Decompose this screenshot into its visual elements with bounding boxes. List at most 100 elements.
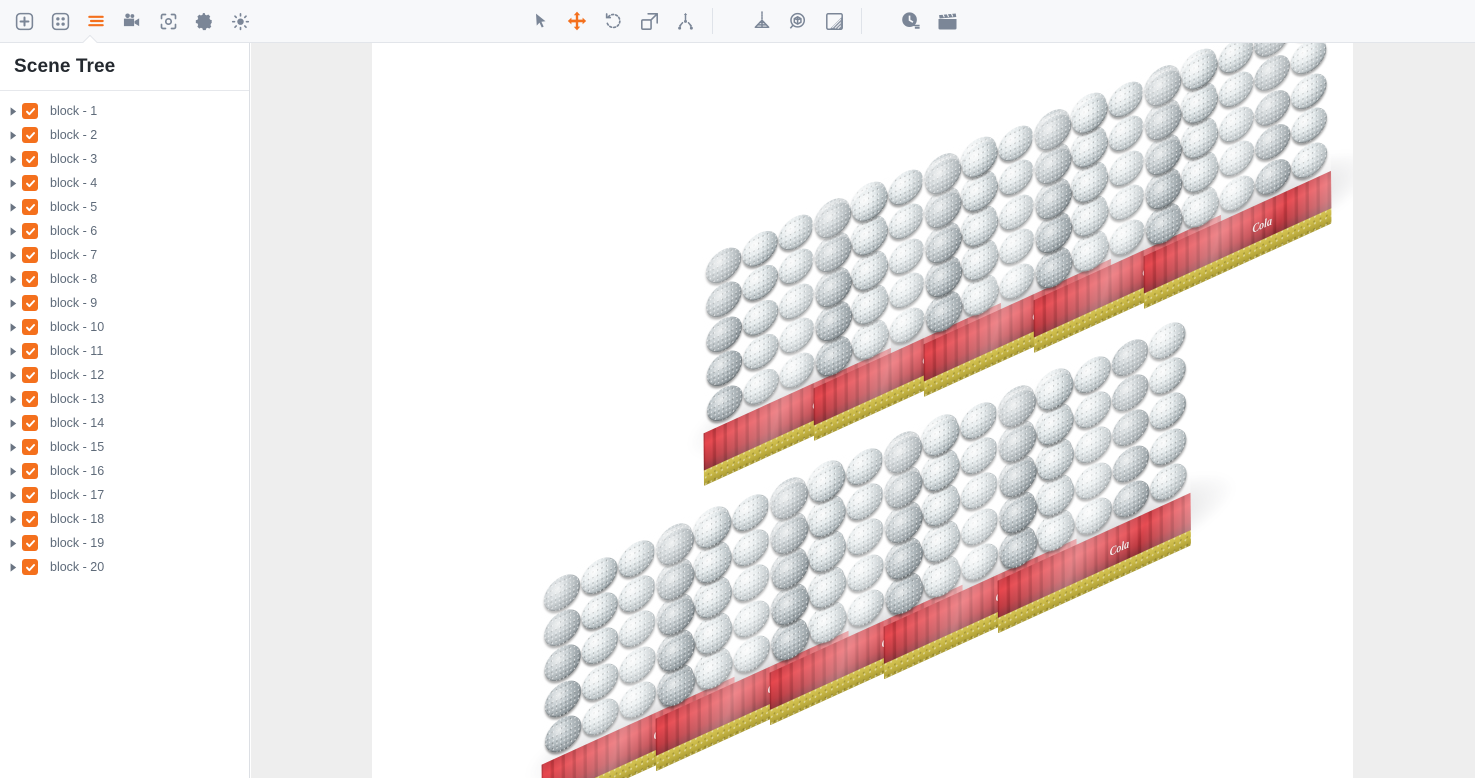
visibility-checkbox[interactable] — [22, 487, 38, 503]
chevron-right-icon[interactable] — [7, 562, 20, 572]
chevron-right-icon[interactable] — [7, 538, 20, 548]
chevron-right-icon[interactable] — [7, 250, 20, 260]
visibility-checkbox[interactable] — [22, 103, 38, 119]
visibility-checkbox[interactable] — [22, 439, 38, 455]
tree-row[interactable]: block - 11 — [0, 339, 249, 363]
tree-item-label: block - 10 — [50, 320, 105, 334]
tree-row[interactable]: block - 3 — [0, 147, 249, 171]
tree-row[interactable]: block - 12 — [0, 363, 249, 387]
visibility-checkbox[interactable] — [22, 391, 38, 407]
chevron-right-icon[interactable] — [7, 202, 20, 212]
visibility-checkbox[interactable] — [22, 511, 38, 527]
inspect-3d-icon[interactable] — [780, 3, 816, 39]
tree-row[interactable]: block - 20 — [0, 555, 249, 579]
tree-row[interactable]: block - 4 — [0, 171, 249, 195]
video-camera-icon[interactable] — [114, 3, 150, 39]
visibility-checkbox[interactable] — [22, 295, 38, 311]
tree-item-label: block - 9 — [50, 296, 98, 310]
chevron-right-icon[interactable] — [7, 298, 20, 308]
tree-row[interactable]: block - 2 — [0, 123, 249, 147]
visibility-checkbox[interactable] — [22, 535, 38, 551]
scale-icon[interactable] — [631, 3, 667, 39]
tree-row[interactable]: block - 6 — [0, 219, 249, 243]
chevron-right-icon[interactable] — [7, 274, 20, 284]
tree-item-label: block - 12 — [50, 368, 105, 382]
tree-item-label: block - 13 — [50, 392, 105, 406]
chevron-right-icon[interactable] — [7, 178, 20, 188]
tree-item-label: block - 14 — [50, 416, 105, 430]
chevron-right-icon[interactable] — [7, 490, 20, 500]
row-1-block-5[interactable]: Cola — [1142, 43, 1332, 309]
gradient-surface-icon[interactable] — [816, 3, 852, 39]
chevron-right-icon[interactable] — [7, 154, 20, 164]
chevron-right-icon[interactable] — [7, 442, 20, 452]
tree-row[interactable]: block - 9 — [0, 291, 249, 315]
tree-row[interactable]: block - 14 — [0, 411, 249, 435]
gear-settings-icon[interactable] — [186, 3, 222, 39]
clapperboard-icon[interactable] — [929, 3, 965, 39]
tree-row[interactable]: block - 19 — [0, 531, 249, 555]
visibility-checkbox[interactable] — [22, 151, 38, 167]
page-title: Scene Tree — [14, 55, 116, 77]
visibility-checkbox[interactable] — [22, 415, 38, 431]
clock-history-icon[interactable] — [893, 3, 929, 39]
tree-row[interactable]: block - 8 — [0, 267, 249, 291]
chevron-right-icon[interactable] — [7, 370, 20, 380]
move-arrows-icon[interactable] — [559, 3, 595, 39]
visibility-checkbox[interactable] — [22, 343, 38, 359]
scene-tree-menu-icon[interactable] — [78, 3, 114, 39]
row-2-block-5[interactable]: Cola — [996, 311, 1191, 634]
visibility-checkbox[interactable] — [22, 367, 38, 383]
visibility-checkbox[interactable] — [22, 247, 38, 263]
scene-tree-list[interactable]: block - 1 block - 2 block - 3 block - 4 bloc… — [0, 91, 249, 778]
visibility-checkbox[interactable] — [22, 463, 38, 479]
chevron-right-icon[interactable] — [7, 346, 20, 356]
scene-3d-render[interactable]: ColaColaColaColaColaColaColaColaColaCola — [372, 43, 1353, 778]
chevron-right-icon[interactable] — [7, 106, 20, 116]
select-cursor-icon[interactable] — [523, 3, 559, 39]
light-bulb-icon[interactable] — [222, 3, 258, 39]
tree-row[interactable]: block - 18 — [0, 507, 249, 531]
tree-row[interactable]: block - 17 — [0, 483, 249, 507]
chevron-right-icon[interactable] — [7, 394, 20, 404]
visibility-checkbox[interactable] — [22, 271, 38, 287]
add-plus-icon[interactable] — [6, 3, 42, 39]
tree-item-label: block - 17 — [50, 488, 105, 502]
tree-row[interactable]: block - 16 — [0, 459, 249, 483]
tree-item-label: block - 7 — [50, 248, 98, 262]
tree-row[interactable]: block - 7 — [0, 243, 249, 267]
grid-properties-icon[interactable] — [42, 3, 78, 39]
visibility-checkbox[interactable] — [22, 175, 38, 191]
focus-target-icon[interactable] — [150, 3, 186, 39]
render-canvas[interactable]: ColaColaColaColaColaColaColaColaColaCola — [372, 43, 1353, 778]
chevron-right-icon[interactable] — [7, 322, 20, 332]
rotate-icon[interactable] — [595, 3, 631, 39]
visibility-checkbox[interactable] — [22, 319, 38, 335]
tree-row[interactable]: block - 5 — [0, 195, 249, 219]
toolbar-separator-1 — [712, 8, 713, 34]
visibility-checkbox[interactable] — [22, 127, 38, 143]
tree-row[interactable]: block - 10 — [0, 315, 249, 339]
tree-row[interactable]: block - 13 — [0, 387, 249, 411]
tree-item-label: block - 8 — [50, 272, 98, 286]
tree-item-label: block - 19 — [50, 536, 105, 550]
visibility-checkbox[interactable] — [22, 199, 38, 215]
chevron-right-icon[interactable] — [7, 130, 20, 140]
tree-item-label: block - 2 — [50, 128, 98, 142]
tree-item-label: block - 15 — [50, 440, 105, 454]
chevron-right-icon[interactable] — [7, 514, 20, 524]
tree-item-label: block - 16 — [50, 464, 105, 478]
application-window: Scene Tree block - 1 block - 2 block - 3 bl… — [0, 0, 1475, 778]
toolbar-group-simulation — [744, 0, 852, 43]
rain-drop-icon[interactable] — [744, 3, 780, 39]
visibility-checkbox[interactable] — [22, 559, 38, 575]
tree-row[interactable]: block - 15 — [0, 435, 249, 459]
visibility-checkbox[interactable] — [22, 223, 38, 239]
viewport-3d[interactable]: ColaColaColaColaColaColaColaColaColaCola — [251, 43, 1475, 778]
chevron-right-icon[interactable] — [7, 466, 20, 476]
distribute-icon[interactable] — [667, 3, 703, 39]
tree-row[interactable]: block - 1 — [0, 99, 249, 123]
chevron-right-icon[interactable] — [7, 418, 20, 428]
chevron-right-icon[interactable] — [7, 226, 20, 236]
tree-item-label: block - 18 — [50, 512, 105, 526]
